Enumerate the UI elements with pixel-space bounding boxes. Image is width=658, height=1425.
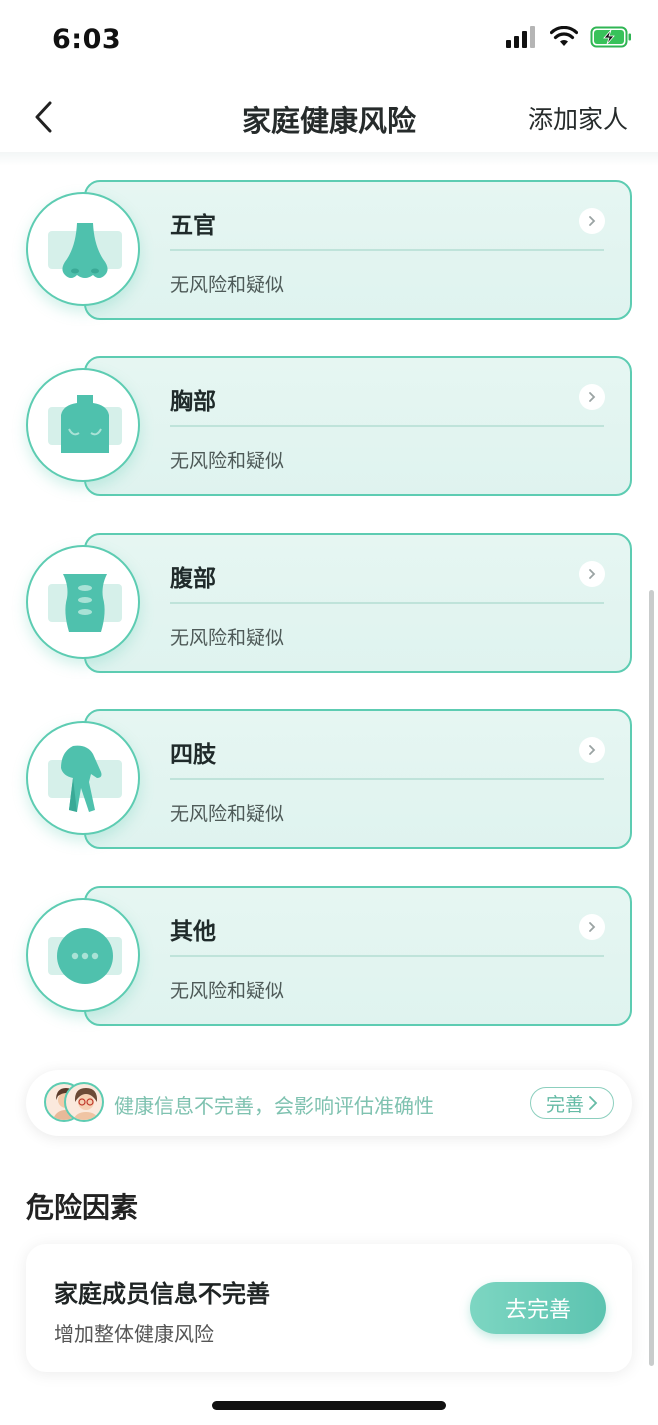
health-info-notice: 健康信息不完善，会影响评估准确性 完善 [26, 1070, 632, 1136]
chevron-right-icon [579, 384, 605, 410]
home-indicator [212, 1401, 446, 1410]
complete-button-label: 完善 [545, 1093, 584, 1116]
risk-category-name: 其他 [170, 919, 216, 945]
risk-category-name: 五官 [170, 213, 216, 239]
nav-bar: 家庭健康风险 添加家人 [0, 80, 658, 154]
risk-category-name: 四肢 [170, 742, 216, 768]
chevron-right-icon [579, 737, 605, 763]
risk-card-other[interactable]: 其他 无风险和疑似 [24, 886, 634, 1028]
abdomen-icon [48, 574, 122, 632]
signal-icon [506, 26, 535, 48]
limbs-icon [48, 745, 122, 812]
wifi-icon [550, 26, 578, 46]
risk-status-text: 无风险和疑似 [170, 450, 285, 472]
status-time: 6:03 [52, 24, 122, 55]
risk-icon-container [26, 545, 140, 659]
risk-status-text: 无风险和疑似 [170, 274, 285, 296]
go-complete-button[interactable]: 去完善 [470, 1282, 606, 1334]
section-title: 危险因素 [26, 1191, 139, 1224]
divider [170, 778, 604, 780]
chevron-right-icon [579, 561, 605, 587]
risk-category-name: 胸部 [170, 389, 216, 415]
add-family-member-button[interactable]: 添加家人 [528, 100, 628, 136]
risk-icon-container [26, 368, 140, 482]
risk-card-chest[interactable]: 胸部 无风险和疑似 [24, 356, 634, 498]
divider [170, 602, 604, 604]
status-icons [506, 26, 632, 48]
battery-charging-icon [590, 26, 631, 48]
danger-card-title: 家庭成员信息不完善 [54, 1280, 270, 1308]
danger-factor-card: 家庭成员信息不完善 增加整体健康风险 去完善 [26, 1244, 632, 1372]
chevron-right-icon [579, 208, 605, 234]
risk-icon-container [26, 721, 140, 835]
nav-divider [0, 152, 658, 166]
divider [170, 955, 604, 957]
chevron-right-icon [579, 914, 605, 940]
chevron-right-icon [589, 1096, 598, 1110]
risk-status-text: 无风险和疑似 [170, 627, 285, 649]
danger-card-subtitle: 增加整体健康风险 [54, 1322, 214, 1346]
risk-status-text: 无风险和疑似 [170, 803, 285, 825]
divider [170, 425, 604, 427]
more-icon [48, 928, 122, 984]
risk-card-abdomen[interactable]: 腹部 无风险和疑似 [24, 533, 634, 675]
scrollbar[interactable] [649, 590, 654, 1366]
nose-icon [48, 223, 122, 278]
risk-card-facial-features[interactable]: 五官 无风险和疑似 [24, 180, 634, 322]
status-bar: 6:03 [0, 0, 658, 80]
complete-info-button[interactable]: 完善 [530, 1087, 614, 1119]
divider [170, 249, 604, 251]
chest-icon [48, 395, 122, 453]
risk-icon-container [26, 898, 140, 1012]
risk-category-name: 腹部 [170, 566, 216, 592]
notice-text: 健康信息不完善，会影响评估准确性 [114, 1094, 434, 1118]
risk-status-text: 无风险和疑似 [170, 980, 285, 1002]
avatar [64, 1082, 104, 1122]
risk-icon-container [26, 192, 140, 306]
risk-card-limbs[interactable]: 四肢 无风险和疑似 [24, 709, 634, 851]
